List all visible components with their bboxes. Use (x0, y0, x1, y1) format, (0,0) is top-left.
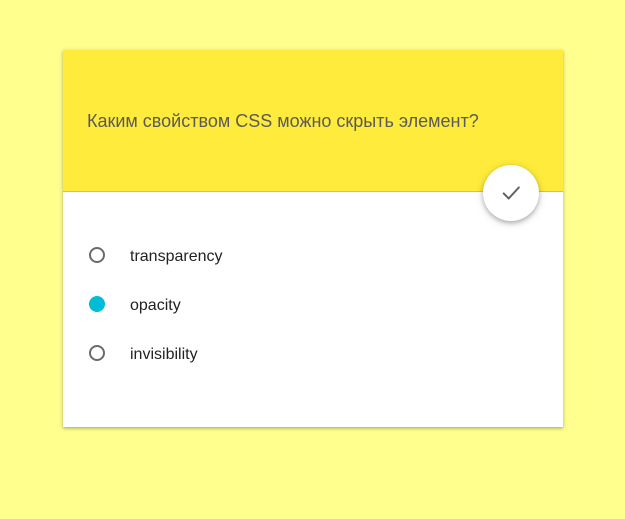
option-invisibility[interactable]: invisibility (63, 338, 563, 387)
option-label: opacity (130, 297, 181, 314)
radio-button[interactable] (89, 345, 105, 361)
answer-options: transparency opacity invisibility (63, 240, 563, 387)
radio-button-selected[interactable] (89, 296, 105, 312)
radio-button[interactable] (89, 247, 105, 263)
option-transparency[interactable]: transparency (63, 240, 563, 289)
option-opacity[interactable]: opacity (63, 289, 563, 338)
option-label: invisibility (130, 346, 198, 363)
option-label: transparency (130, 248, 223, 265)
check-icon (502, 186, 520, 200)
question-text: Каким свойством CSS можно скрыть элемент… (87, 111, 479, 131)
submit-answer-button[interactable] (483, 165, 539, 221)
question-header: Каким свойством CSS можно скрыть элемент… (63, 50, 563, 192)
quiz-card: Каким свойством CSS можно скрыть элемент… (63, 50, 563, 427)
